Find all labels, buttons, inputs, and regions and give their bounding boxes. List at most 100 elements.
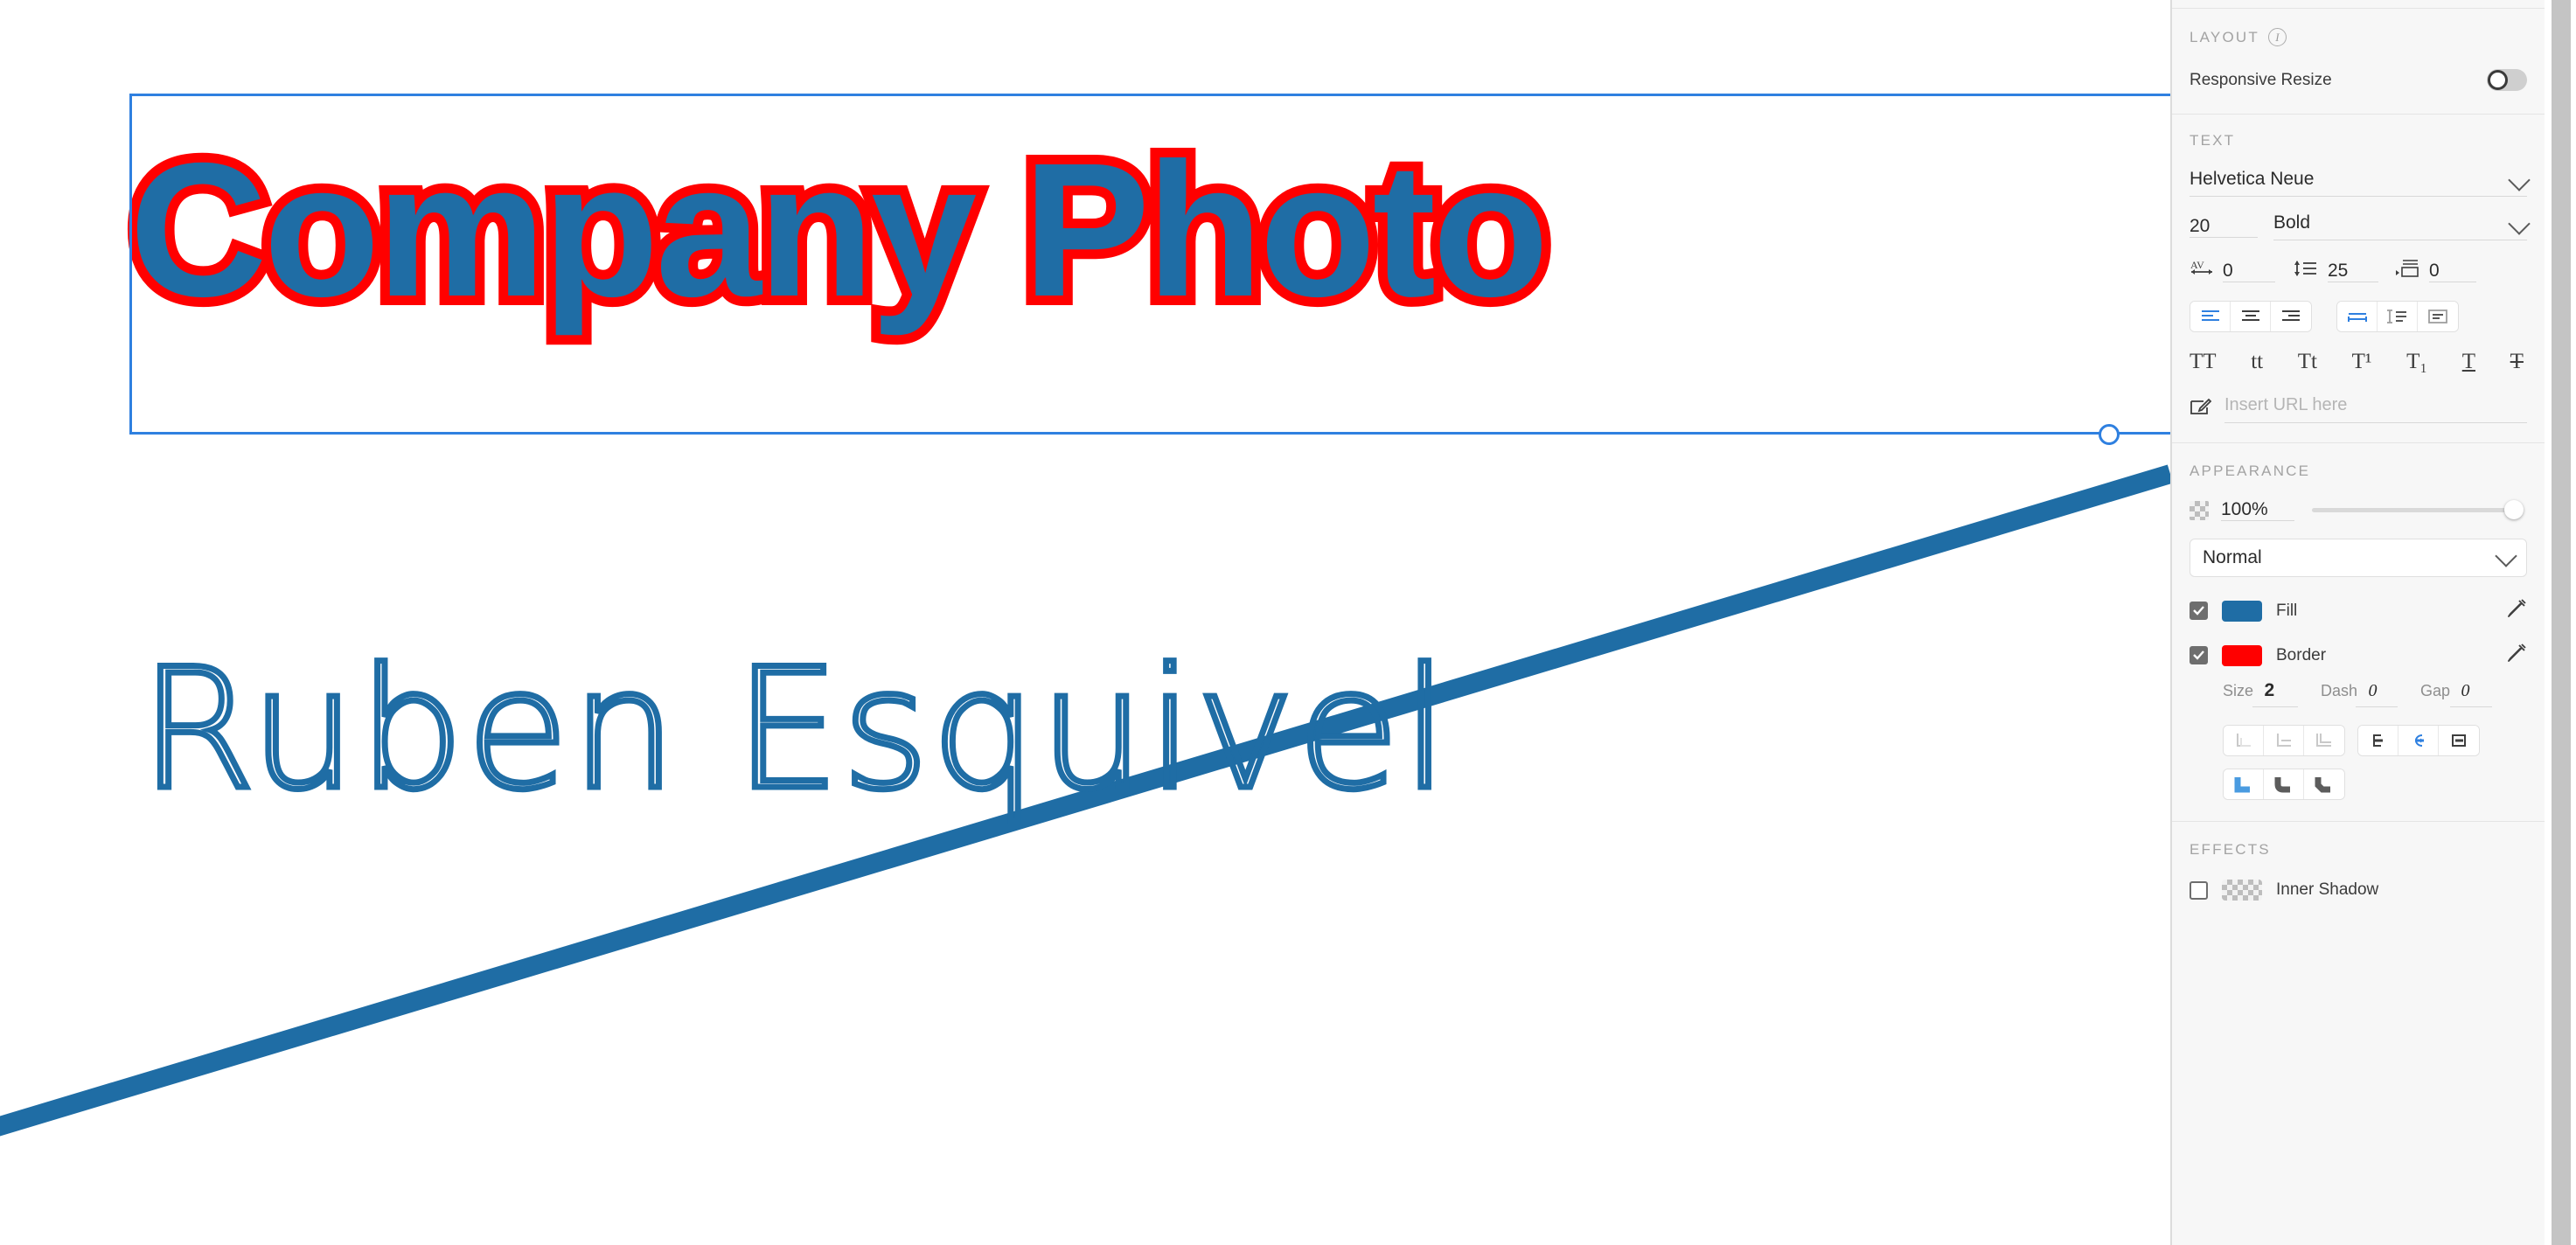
align-right-icon[interactable]: [2271, 302, 2311, 331]
line-height-input[interactable]: 25: [2328, 261, 2378, 282]
text-section: TEXT Helvetica Neue 20 Bold AV 0 25 0 TT…: [2172, 115, 2545, 443]
design-canvas[interactable]: Company Photo Ruben Esquivel: [0, 0, 2170, 1245]
responsive-resize-label: Responsive Resize: [2190, 70, 2332, 89]
selection-resize-handle[interactable]: [2099, 424, 2120, 445]
paragraph-indent-icon: [2394, 258, 2420, 285]
subscript-icon[interactable]: T₁: [2406, 350, 2427, 374]
paragraph-indent-value: 0: [2429, 261, 2440, 281]
url-placeholder: Insert URL here: [2224, 395, 2348, 414]
superscript-icon[interactable]: T¹: [2352, 350, 2372, 374]
layout-section-title: LAYOUT i: [2190, 28, 2527, 46]
effects-section-title: EFFECTS: [2190, 841, 2527, 859]
border-dash-input[interactable]: Dash 0: [2321, 681, 2398, 707]
opacity-checker-icon: [2190, 500, 2209, 520]
border-label: Border: [2276, 645, 2327, 664]
align-center-icon[interactable]: [2231, 302, 2271, 331]
blend-mode-value: Normal: [2203, 547, 2262, 567]
auto-width-icon[interactable]: [2337, 302, 2378, 331]
appearance-title-label: APPEARANCE: [2190, 463, 2311, 479]
paragraph-indent-input[interactable]: 0: [2429, 261, 2476, 282]
eyedropper-icon[interactable]: [2506, 598, 2527, 623]
border-inside-icon[interactable]: [2224, 726, 2264, 755]
info-icon[interactable]: i: [2267, 28, 2287, 46]
fixed-size-icon[interactable]: [2418, 302, 2458, 331]
text-case-row: TT tt Tt T¹ T₁ T T: [2190, 350, 2527, 374]
border-center-icon[interactable]: [2264, 726, 2304, 755]
text-metrics-row: AV 0 25 0: [2190, 258, 2527, 285]
font-size-value: 20: [2190, 215, 2210, 236]
border-gap-input[interactable]: Gap 0: [2420, 681, 2492, 707]
font-size-input[interactable]: 20: [2190, 216, 2258, 238]
border-gap-value: 0: [2461, 680, 2470, 700]
layout-title-label: LAYOUT: [2190, 28, 2259, 45]
chevron-down-icon: [2495, 545, 2517, 567]
blend-mode-select[interactable]: Normal: [2190, 539, 2527, 577]
letter-spacing-value: 0: [2223, 261, 2233, 281]
opacity-input[interactable]: 100%: [2221, 499, 2294, 521]
line-height-value: 25: [2328, 261, 2349, 281]
eyedropper-icon[interactable]: [2506, 643, 2527, 668]
opacity-slider[interactable]: [2312, 500, 2524, 519]
fill-checkbox[interactable]: [2190, 602, 2208, 620]
chevron-down-icon: [2508, 212, 2531, 235]
cap-square-icon[interactable]: [2439, 726, 2479, 755]
auto-height-icon[interactable]: [2378, 302, 2418, 331]
url-input[interactable]: Insert URL here: [2224, 395, 2527, 423]
text-section-title: TEXT: [2190, 132, 2527, 150]
headline-text-object[interactable]: Company Photo: [120, 121, 1558, 340]
border-color-swatch[interactable]: [2222, 644, 2262, 666]
text-title-label: TEXT: [2190, 132, 2236, 149]
scrollbar-thumb[interactable]: [2552, 0, 2571, 1245]
panel-top-divider: [2172, 0, 2545, 9]
toggle-knob: [2488, 70, 2508, 90]
cap-butt-icon[interactable]: [2358, 726, 2398, 755]
join-round-icon[interactable]: [2264, 769, 2304, 799]
border-size-value: 2: [2264, 680, 2275, 700]
uppercase-icon[interactable]: TT: [2190, 350, 2217, 374]
text-resize-group: [2336, 301, 2459, 332]
underline-icon[interactable]: T: [2462, 350, 2475, 374]
cap-round-icon[interactable]: [2398, 726, 2439, 755]
join-miter-icon[interactable]: [2224, 769, 2264, 799]
align-left-icon[interactable]: [2190, 302, 2231, 331]
fill-color-swatch[interactable]: [2222, 600, 2262, 622]
link-edit-icon[interactable]: [2190, 398, 2212, 421]
font-weight-value: Bold: [2273, 212, 2311, 233]
lowercase-icon[interactable]: tt: [2251, 350, 2263, 374]
transparent-swatch-icon[interactable]: [2222, 880, 2262, 901]
subline-text-object[interactable]: Ruben Esquivel: [136, 643, 1451, 816]
border-cap-group: [2357, 725, 2480, 756]
opacity-slider-knob[interactable]: [2504, 500, 2524, 519]
border-size-label: Size: [2223, 682, 2254, 699]
fill-label: Fill: [2276, 601, 2298, 620]
titlecase-icon[interactable]: Tt: [2298, 350, 2317, 374]
border-checkbox[interactable]: [2190, 646, 2208, 664]
border-size-input[interactable]: Size 2: [2223, 680, 2298, 707]
fill-row: Fill: [2190, 598, 2527, 623]
opacity-value: 100%: [2221, 499, 2268, 519]
line-height-icon: [2293, 258, 2319, 285]
inner-shadow-checkbox[interactable]: [2190, 880, 2208, 900]
border-position-group: [2223, 725, 2345, 756]
border-gap-label: Gap: [2420, 681, 2451, 699]
inner-shadow-label: Inner Shadow: [2276, 880, 2379, 899]
border-dash-label: Dash: [2321, 681, 2358, 699]
design-editor-window: Company Photo Ruben Esquivel LAYOUT i Re…: [0, 0, 2576, 1245]
chevron-down-icon: [2508, 168, 2531, 191]
strikethrough-icon[interactable]: T: [2510, 350, 2524, 374]
panel-scrollbar[interactable]: [2545, 0, 2576, 1245]
border-dash-value: 0: [2368, 680, 2378, 700]
text-align-group: [2190, 301, 2312, 332]
letter-spacing-input[interactable]: 0: [2223, 261, 2275, 282]
effects-section: EFFECTS Inner Shadow: [2172, 822, 2545, 927]
appearance-section: APPEARANCE 100% Normal Fill Border Size …: [2172, 443, 2545, 822]
border-outside-icon[interactable]: [2304, 726, 2344, 755]
opacity-row: 100%: [2190, 499, 2527, 521]
responsive-resize-toggle[interactable]: [2487, 69, 2527, 91]
inner-shadow-row: Inner Shadow: [2190, 880, 2527, 901]
font-family-value: Helvetica Neue: [2190, 169, 2315, 189]
font-weight-select[interactable]: Bold: [2273, 212, 2531, 240]
join-bevel-icon[interactable]: [2304, 769, 2344, 799]
font-family-select[interactable]: Helvetica Neue: [2190, 168, 2531, 197]
responsive-resize-row[interactable]: Responsive Resize: [2190, 69, 2527, 91]
